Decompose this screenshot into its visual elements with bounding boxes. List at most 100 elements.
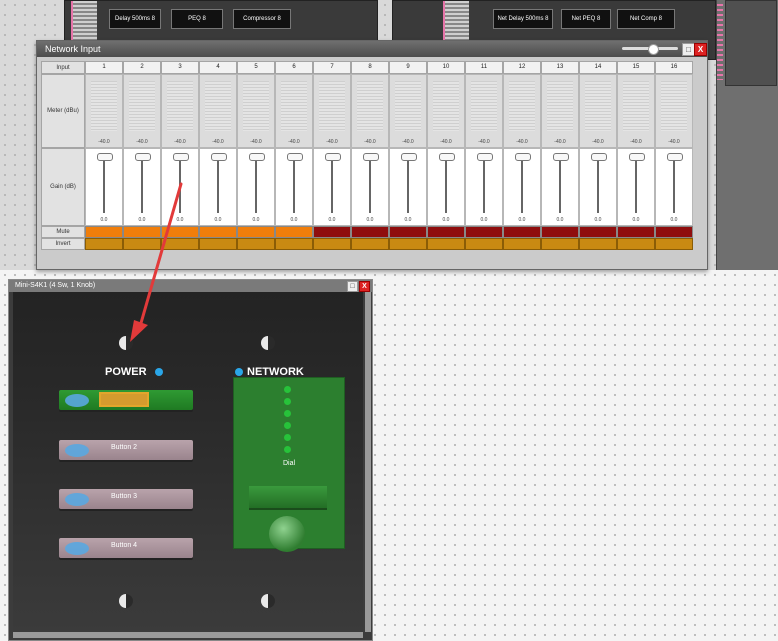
close-button[interactable]: X [694, 43, 707, 56]
module-net-delay[interactable]: Net Delay 500ms 8 [493, 9, 553, 29]
gain-fader[interactable]: 0.0 [237, 148, 275, 226]
mute-toggle[interactable] [427, 226, 465, 238]
invert-toggle[interactable] [427, 238, 465, 250]
fader-track [369, 157, 371, 213]
level-meter: -40.0 [351, 74, 389, 148]
gain-fader[interactable]: 0.0 [655, 148, 693, 226]
gain-fader[interactable]: 0.0 [389, 148, 427, 226]
gain-fader[interactable]: 0.0 [579, 148, 617, 226]
invert-toggle[interactable] [351, 238, 389, 250]
fader-thumb[interactable] [629, 153, 645, 161]
invert-toggle[interactable] [313, 238, 351, 250]
slider-knob[interactable] [648, 44, 659, 55]
invert-toggle[interactable] [655, 238, 693, 250]
gain-fader[interactable]: 0.0 [161, 148, 199, 226]
fader-thumb[interactable] [211, 153, 227, 161]
device-button-4[interactable]: Button 4 [59, 538, 193, 558]
mute-toggle[interactable] [313, 226, 351, 238]
mute-toggle[interactable] [579, 226, 617, 238]
gain-fader[interactable]: 0.0 [617, 148, 655, 226]
gain-fader[interactable]: 0.0 [123, 148, 161, 226]
mute-toggle[interactable] [161, 226, 199, 238]
meter-bar [547, 81, 573, 131]
invert-toggle[interactable] [237, 238, 275, 250]
mute-toggle[interactable] [465, 226, 503, 238]
module-peq[interactable]: PEQ 8 [171, 9, 223, 29]
network-input-window: Network Input □ X Input Meter (dBu) Gain… [36, 40, 708, 270]
gain-fader[interactable]: 0.0 [427, 148, 465, 226]
invert-toggle[interactable] [465, 238, 503, 250]
fader-thumb[interactable] [477, 153, 493, 161]
mute-toggle[interactable] [275, 226, 313, 238]
gain-fader[interactable]: 0.0 [275, 148, 313, 226]
meter-label-text: Meter (dBu) [47, 108, 79, 114]
invert-toggle[interactable] [541, 238, 579, 250]
fader-thumb[interactable] [401, 153, 417, 161]
invert-toggle[interactable] [161, 238, 199, 250]
mute-toggle[interactable] [541, 226, 579, 238]
fader-thumb[interactable] [667, 153, 683, 161]
gain-fader[interactable]: 0.0 [85, 148, 123, 226]
fader-thumb[interactable] [363, 153, 379, 161]
invert-toggle[interactable] [123, 238, 161, 250]
mute-toggle[interactable] [389, 226, 427, 238]
fader-thumb[interactable] [173, 153, 189, 161]
module-delay[interactable]: Delay 500ms 8 [109, 9, 161, 29]
device-button-3[interactable]: Button 3 [59, 489, 193, 509]
right-device-inner [725, 0, 777, 86]
mute-toggle[interactable] [123, 226, 161, 238]
invert-toggle[interactable] [617, 238, 655, 250]
invert-toggle[interactable] [389, 238, 427, 250]
mute-toggle[interactable] [617, 226, 655, 238]
module-net-peq[interactable]: Net PEQ 8 [561, 9, 611, 29]
fader-thumb[interactable] [135, 153, 151, 161]
vertical-scrollbar[interactable] [365, 292, 371, 632]
invert-toggle[interactable] [579, 238, 617, 250]
fader-thumb[interactable] [553, 153, 569, 161]
invert-toggle[interactable] [199, 238, 237, 250]
mute-toggle[interactable] [199, 226, 237, 238]
mute-toggle[interactable] [655, 226, 693, 238]
opacity-slider[interactable] [622, 44, 678, 55]
fader-thumb[interactable] [287, 153, 303, 161]
module-compressor[interactable]: Compressor 8 [233, 9, 291, 29]
mute-toggle[interactable] [503, 226, 541, 238]
gain-fader[interactable]: 0.0 [199, 148, 237, 226]
fader-thumb[interactable] [249, 153, 265, 161]
meter-value: -40.0 [364, 139, 376, 145]
device-titlebar[interactable]: Mini-S4K1 (4 Sw, 1 Knob) □ X [9, 280, 372, 292]
horizontal-scrollbar[interactable] [13, 632, 363, 638]
module-net-comp[interactable]: Net Comp 8 [617, 9, 675, 29]
device-button-1[interactable] [59, 390, 193, 410]
invert-toggle[interactable] [275, 238, 313, 250]
gain-value: 0.0 [632, 217, 640, 223]
gain-fader[interactable]: 0.0 [503, 148, 541, 226]
fader-thumb[interactable] [325, 153, 341, 161]
fader-track [597, 157, 599, 213]
dial-knob[interactable] [269, 516, 305, 552]
dial-button[interactable] [249, 486, 327, 508]
invert-toggle[interactable] [85, 238, 123, 250]
header-label-text: Input [56, 64, 70, 71]
network-input-titlebar[interactable]: Network Input □ X [37, 41, 707, 57]
fader-thumb[interactable] [97, 153, 113, 161]
meter-row-label: Meter (dBu) [41, 74, 85, 148]
mute-toggle[interactable] [351, 226, 389, 238]
gain-fader[interactable]: 0.0 [351, 148, 389, 226]
fader-thumb[interactable] [515, 153, 531, 161]
mute-toggle[interactable] [85, 226, 123, 238]
device-faceplate: POWER NETWORK Button 2 Button 3 Button 4 [13, 292, 363, 632]
device-close-button[interactable]: X [359, 281, 370, 292]
invert-toggle[interactable] [503, 238, 541, 250]
gain-fader[interactable]: 0.0 [541, 148, 579, 226]
fader-thumb[interactable] [591, 153, 607, 161]
gain-fader[interactable]: 0.0 [313, 148, 351, 226]
gain-value: 0.0 [442, 217, 450, 223]
device-restore-button[interactable]: □ [347, 281, 358, 292]
gain-fader[interactable]: 0.0 [465, 148, 503, 226]
meter-bar [129, 81, 155, 131]
device-button-2[interactable]: Button 2 [59, 440, 193, 460]
gain-value: 0.0 [366, 217, 374, 223]
mute-toggle[interactable] [237, 226, 275, 238]
fader-thumb[interactable] [439, 153, 455, 161]
